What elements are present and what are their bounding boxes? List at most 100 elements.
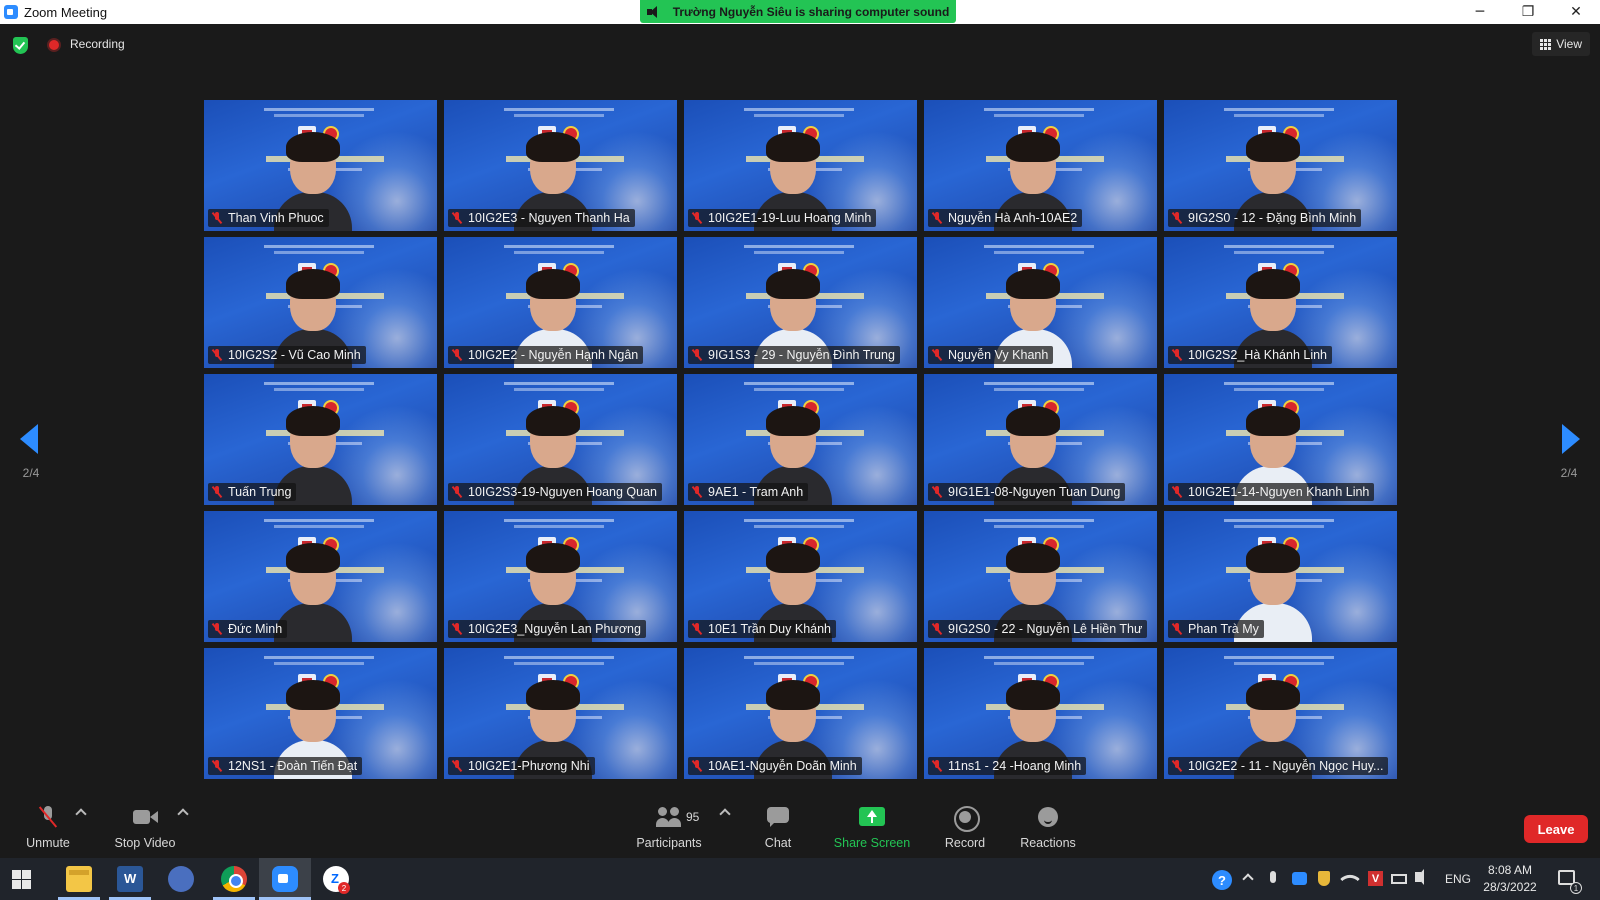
video-tile[interactable]: 9IG2S0 - 22 - Nguyễn Lê Hiền Thư — [924, 511, 1157, 642]
participant-hair — [1246, 269, 1300, 299]
reactions-button[interactable]: Reactions — [1008, 806, 1088, 854]
video-tile[interactable]: 10IG2E1-14-Nguyen Khanh Linh — [1164, 374, 1397, 505]
muted-mic-icon — [932, 349, 942, 361]
vpn-tray-icon[interactable]: V — [1368, 871, 1383, 886]
background-banner-line — [984, 108, 1094, 111]
close-button[interactable]: ✕ — [1552, 0, 1600, 24]
show-hidden-icons-icon[interactable] — [1242, 873, 1254, 885]
share-screen-button[interactable]: Share Screen — [832, 806, 912, 854]
video-tile[interactable]: Nguyễn Hà Anh-10AE2 — [924, 100, 1157, 231]
video-tile[interactable]: Tuấn Trung — [204, 374, 437, 505]
muted-mic-icon — [452, 349, 462, 361]
participant-name-tag: 9IG2S0 - 12 - Đặng Bình Minh — [1168, 209, 1362, 227]
video-tile[interactable]: 10IG2E2 - Nguyễn Hạnh Ngân — [444, 237, 677, 368]
windows-start-icon[interactable] — [12, 870, 31, 889]
video-tile[interactable]: 9AE1 - Tram Anh — [684, 374, 917, 505]
app-icon[interactable] — [168, 866, 194, 892]
muted-mic-icon — [452, 760, 462, 772]
video-tile[interactable]: 9IG2S0 - 12 - Đặng Bình Minh — [1164, 100, 1397, 231]
security-tray-icon[interactable] — [1318, 871, 1330, 886]
chat-button[interactable]: Chat — [738, 806, 818, 854]
view-button[interactable]: View — [1532, 32, 1590, 56]
wifi-icon[interactable] — [1340, 869, 1360, 889]
participant-name-tag: 9IG1E1-08-Nguyen Tuan Dung — [928, 483, 1126, 501]
muted-mic-icon — [692, 212, 702, 224]
participant-name: 10IG2S3-19-Nguyen Hoang Quan — [468, 485, 658, 499]
video-tile[interactable]: 10IG2E2 - 11 - Nguyễn Ngọc Huy... — [1164, 648, 1397, 779]
muted-mic-icon — [452, 212, 462, 224]
background-banner-line — [264, 108, 374, 111]
participant-name-tag: 9IG2S0 - 22 - Nguyễn Lê Hiền Thư — [928, 620, 1148, 638]
muted-mic-icon — [212, 623, 222, 635]
participant-hair — [286, 132, 340, 162]
participant-name: 9IG1S3 - 29 - Nguyễn Đình Trung — [708, 348, 895, 362]
participant-name-tag: Phan Trà My — [1168, 620, 1264, 638]
video-tile[interactable]: 9IG1S3 - 29 - Nguyễn Đình Trung — [684, 237, 917, 368]
video-tile[interactable]: 10IG2S2 - Vũ Cao Minh — [204, 237, 437, 368]
video-tile[interactable]: Than Vinh Phuoc — [204, 100, 437, 231]
volume-icon[interactable] — [1415, 869, 1424, 885]
video-tile[interactable]: Phan Trà My — [1164, 511, 1397, 642]
background-banner-line — [984, 245, 1094, 248]
video-tile[interactable]: 12NS1 - Đoàn Tiến Đạt — [204, 648, 437, 779]
video-tile[interactable]: 9IG1E1-08-Nguyen Tuan Dung — [924, 374, 1157, 505]
security-shield-icon[interactable] — [13, 37, 28, 54]
participant-hair — [1246, 543, 1300, 573]
video-tile[interactable]: 10IG2S3-19-Nguyen Hoang Quan — [444, 374, 677, 505]
participant-name: 9IG2S0 - 12 - Đặng Bình Minh — [1188, 211, 1357, 225]
background-banner-line — [504, 108, 614, 111]
participant-name-tag: Nguyễn Hà Anh-10AE2 — [928, 209, 1083, 227]
reactions-label: Reactions — [1020, 836, 1076, 850]
stop-video-button[interactable]: Stop Video — [105, 806, 185, 854]
video-tile[interactable]: Đức Minh — [204, 511, 437, 642]
record-button[interactable]: Record — [925, 806, 1005, 854]
background-banner-line — [744, 382, 854, 385]
background-banner-line — [994, 114, 1084, 117]
participants-options-caret-icon[interactable] — [719, 808, 731, 820]
background-banner-line — [274, 525, 364, 528]
participant-hair — [1006, 132, 1060, 162]
background-banner-line — [744, 519, 854, 522]
muted-mic-icon — [212, 760, 222, 772]
video-tile[interactable]: 11ns1 - 24 -Hoang Minh — [924, 648, 1157, 779]
leave-button[interactable]: Leave — [1524, 815, 1588, 843]
background-banner-line — [514, 525, 604, 528]
clock[interactable]: 8:08 AM 28/3/2022 — [1478, 862, 1542, 896]
video-tile[interactable]: 10IG2E1-Phương Nhi — [444, 648, 677, 779]
participant-name-tag: 10IG2S3-19-Nguyen Hoang Quan — [448, 483, 663, 501]
microphone-tray-icon[interactable] — [1270, 871, 1276, 883]
recording-icon[interactable] — [47, 38, 61, 52]
zoom-tray-icon[interactable] — [1292, 872, 1307, 885]
previous-page-arrow-icon[interactable] — [20, 424, 38, 454]
participant-name-tag: 10IG2E1-Phương Nhi — [448, 757, 595, 775]
video-tile[interactable]: 10IG2S2_Hà Khánh Linh — [1164, 237, 1397, 368]
battery-icon[interactable] — [1391, 874, 1407, 884]
video-tile[interactable]: 10E1 Trần Duy Khánh — [684, 511, 917, 642]
video-tile[interactable]: 10IG2E3 - Nguyen Thanh Ha — [444, 100, 677, 231]
restore-button[interactable]: ❐ — [1504, 0, 1552, 24]
muted-mic-icon — [212, 212, 222, 224]
muted-mic-icon — [1172, 486, 1182, 498]
participant-hair — [286, 543, 340, 573]
video-tile[interactable]: 10AE1-Nguyễn Doãn Minh — [684, 648, 917, 779]
chrome-icon[interactable] — [221, 866, 247, 892]
help-icon[interactable]: ? — [1212, 870, 1232, 890]
video-tile[interactable]: 10IG2E1-19-Luu Hoang Minh — [684, 100, 917, 231]
input-language[interactable]: ENG — [1445, 872, 1471, 886]
word-icon[interactable] — [117, 866, 143, 892]
file-explorer-icon[interactable] — [66, 866, 92, 892]
muted-microphone-icon — [35, 806, 61, 828]
next-page-arrow-icon[interactable] — [1562, 424, 1580, 454]
window-title: Zoom Meeting — [24, 4, 108, 20]
video-tile[interactable]: 10IG2E3_Nguyễn Lan Phương — [444, 511, 677, 642]
minimize-button[interactable]: ─ — [1456, 0, 1504, 24]
sharing-sound-banner[interactable]: Trường Nguyễn Siêu is sharing computer s… — [640, 0, 956, 23]
background-banner-line — [1234, 662, 1324, 665]
participant-hair — [526, 543, 580, 573]
muted-mic-icon — [1172, 623, 1182, 635]
participant-hair — [526, 680, 580, 710]
video-tile[interactable]: Nguyễn Vy Khanh — [924, 237, 1157, 368]
zoom-taskbar-icon[interactable] — [272, 866, 298, 892]
participant-name: 10IG2E1-Phương Nhi — [468, 759, 590, 773]
muted-mic-icon — [692, 349, 702, 361]
